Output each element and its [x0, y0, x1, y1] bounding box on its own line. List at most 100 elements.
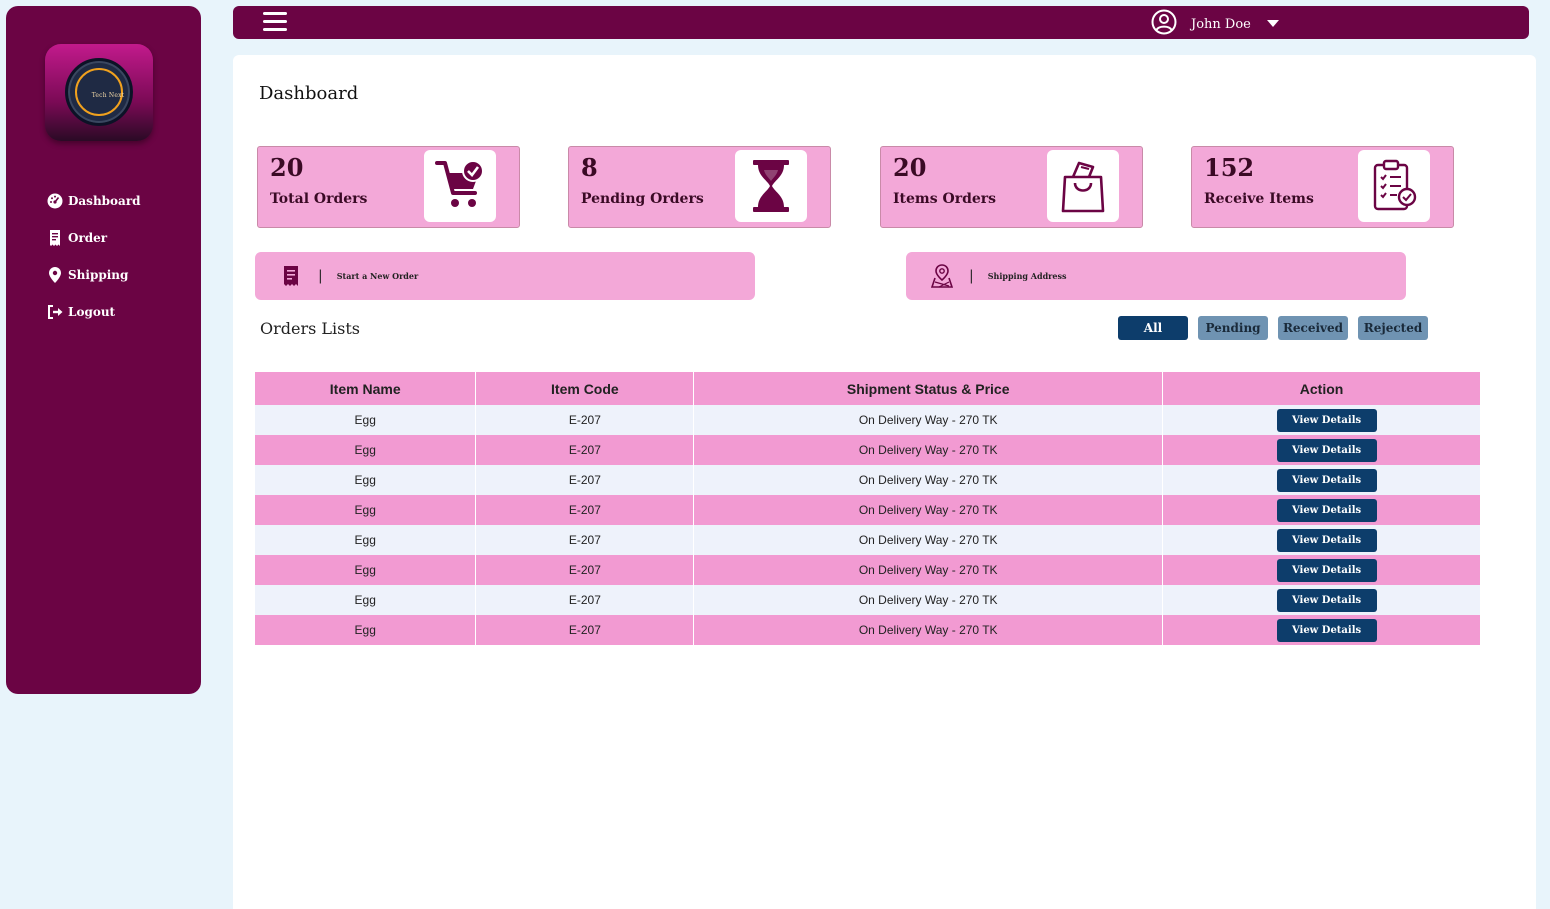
- sidebar-item-logout[interactable]: Logout: [46, 293, 141, 330]
- action-cell: View Details: [1162, 585, 1481, 615]
- shipment-status-cell: On Delivery Way - 270 TK: [693, 495, 1164, 525]
- sidebar-item-shipping[interactable]: Shipping: [46, 256, 141, 293]
- chevron-down-icon[interactable]: [1266, 17, 1279, 32]
- item-name-cell: Egg: [255, 435, 477, 465]
- action-cell: View Details: [1162, 465, 1481, 495]
- action-cell: View Details: [1162, 435, 1481, 465]
- action-cell: View Details: [1162, 615, 1481, 645]
- user-avatar-icon: [1151, 9, 1177, 39]
- action-cell: View Details: [1162, 495, 1481, 525]
- stat-label: Items Orders: [893, 191, 997, 207]
- stat-card-receive-items[interactable]: 152 Receive Items: [1191, 146, 1454, 228]
- item-code-cell: E-207: [475, 435, 695, 465]
- orders-table: Item Name Item Code Shipment Status & Pr…: [255, 372, 1481, 645]
- view-details-button[interactable]: View Details: [1276, 498, 1377, 522]
- sidebar: Tech Next Dashboard Order Shipping Logou…: [6, 6, 201, 694]
- clipboard-checklist-icon: [1358, 150, 1430, 222]
- action-cell: View Details: [1162, 405, 1481, 435]
- shipment-status-cell: On Delivery Way - 270 TK: [693, 615, 1164, 645]
- sidebar-item-label: Order: [68, 230, 108, 245]
- shipment-status-cell: On Delivery Way - 270 TK: [693, 465, 1164, 495]
- sidebar-item-dashboard[interactable]: Dashboard: [46, 182, 141, 219]
- stat-card-total-orders[interactable]: 20 Total Orders: [257, 146, 520, 228]
- item-name-cell: Egg: [255, 465, 477, 495]
- table-row: Egg E-207 On Delivery Way - 270 TK View …: [255, 495, 1481, 525]
- table-row: Egg E-207 On Delivery Way - 270 TK View …: [255, 465, 1481, 495]
- view-details-button[interactable]: View Details: [1276, 618, 1377, 642]
- stat-label: Total Orders: [270, 191, 368, 207]
- view-details-button[interactable]: View Details: [1276, 528, 1377, 552]
- sidebar-item-label: Shipping: [68, 267, 129, 282]
- receipt-icon: [46, 229, 64, 247]
- receipt-icon: [280, 264, 302, 288]
- separator: |: [318, 268, 323, 284]
- logo-emblem: Tech Next: [65, 58, 133, 126]
- user-name: John Doe: [1191, 16, 1251, 32]
- view-details-button[interactable]: View Details: [1276, 408, 1377, 432]
- action-cell: View Details: [1162, 555, 1481, 585]
- filter-rejected-button[interactable]: Rejected: [1358, 316, 1428, 340]
- item-name-cell: Egg: [255, 555, 477, 585]
- location-pin-icon: [46, 266, 64, 284]
- table-row: Egg E-207 On Delivery Way - 270 TK View …: [255, 405, 1481, 435]
- map-pin-icon: [931, 264, 953, 288]
- view-details-button[interactable]: View Details: [1276, 438, 1377, 462]
- shipment-status-cell: On Delivery Way - 270 TK: [693, 525, 1164, 555]
- view-details-button[interactable]: View Details: [1276, 558, 1377, 582]
- table-header-row: Item Name Item Code Shipment Status & Pr…: [255, 372, 1481, 405]
- logout-icon: [46, 303, 64, 321]
- sidebar-item-label: Dashboard: [68, 193, 141, 208]
- action-cell: View Details: [1162, 525, 1481, 555]
- sidebar-nav: Dashboard Order Shipping Logout: [46, 182, 141, 330]
- column-header-shipment-status[interactable]: Shipment Status & Price: [693, 372, 1164, 405]
- item-name-cell: Egg: [255, 525, 477, 555]
- page-title: Dashboard: [259, 83, 359, 104]
- brand-logo[interactable]: Tech Next: [45, 44, 153, 141]
- column-header-item-code[interactable]: Item Code: [475, 372, 695, 405]
- main-content: Dashboard 20 Total Orders 8 Pending Orde…: [233, 55, 1536, 909]
- action-label: Start a New Order: [336, 271, 419, 281]
- item-name-cell: Egg: [255, 405, 477, 435]
- column-header-action: Action: [1162, 372, 1481, 405]
- stat-value: 20: [270, 153, 304, 182]
- stat-card-items-orders[interactable]: 20 Items Orders: [880, 146, 1143, 228]
- stat-label: Receive Items: [1204, 191, 1314, 207]
- stat-label: Pending Orders: [581, 191, 704, 207]
- separator: |: [969, 268, 974, 284]
- stat-value: 8: [581, 153, 598, 182]
- item-name-cell: Egg: [255, 615, 477, 645]
- table-row: Egg E-207 On Delivery Way - 270 TK View …: [255, 555, 1481, 585]
- shipment-status-cell: On Delivery Way - 270 TK: [693, 405, 1164, 435]
- shipment-status-cell: On Delivery Way - 270 TK: [693, 555, 1164, 585]
- stat-card-pending-orders[interactable]: 8 Pending Orders: [568, 146, 831, 228]
- table-row: Egg E-207 On Delivery Way - 270 TK View …: [255, 525, 1481, 555]
- column-header-item-name[interactable]: Item Name: [255, 372, 477, 405]
- view-details-button[interactable]: View Details: [1276, 468, 1377, 492]
- sidebar-item-label: Logout: [68, 304, 116, 319]
- view-details-button[interactable]: View Details: [1276, 588, 1377, 612]
- item-code-cell: E-207: [475, 525, 695, 555]
- item-code-cell: E-207: [475, 495, 695, 525]
- filter-received-button[interactable]: Received: [1278, 316, 1348, 340]
- filter-all-button[interactable]: All: [1118, 316, 1188, 340]
- table-row: Egg E-207 On Delivery Way - 270 TK View …: [255, 615, 1481, 645]
- dashboard-icon: [46, 192, 64, 210]
- logo-text: Tech Next: [91, 92, 125, 99]
- item-name-cell: Egg: [255, 495, 477, 525]
- shipment-status-cell: On Delivery Way - 270 TK: [693, 585, 1164, 615]
- sidebar-item-order[interactable]: Order: [46, 219, 141, 256]
- item-name-cell: Egg: [255, 585, 477, 615]
- hourglass-icon: [735, 150, 807, 222]
- filter-pending-button[interactable]: Pending: [1198, 316, 1268, 340]
- item-code-cell: E-207: [475, 555, 695, 585]
- start-new-order-button[interactable]: | Start a New Order: [255, 252, 755, 300]
- orders-list-title: Orders Lists: [260, 319, 361, 338]
- table-row: Egg E-207 On Delivery Way - 270 TK View …: [255, 435, 1481, 465]
- shipment-status-cell: On Delivery Way - 270 TK: [693, 435, 1164, 465]
- user-menu[interactable]: John Doe: [1151, 9, 1279, 39]
- item-code-cell: E-207: [475, 615, 695, 645]
- item-code-cell: E-207: [475, 405, 695, 435]
- hamburger-menu-icon[interactable]: [263, 12, 287, 32]
- shipping-address-button[interactable]: | Shipping Address: [906, 252, 1406, 300]
- stat-value: 20: [893, 153, 927, 182]
